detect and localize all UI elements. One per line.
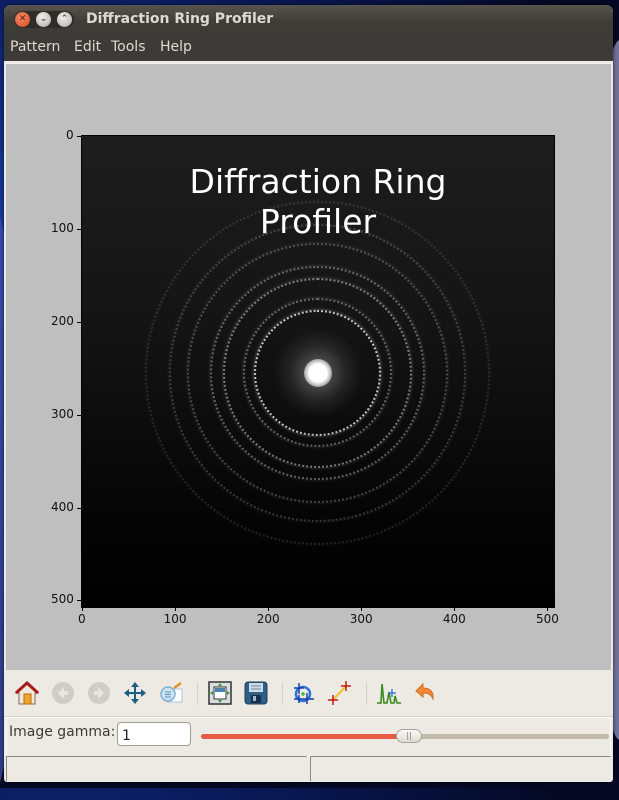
configure-subplots-button[interactable]: [206, 679, 234, 707]
back-button[interactable]: [49, 679, 77, 707]
x-tick: [454, 607, 456, 611]
close-icon: ✕: [18, 14, 27, 24]
y-tick-label: 0: [66, 128, 74, 142]
forward-arrow-icon: [88, 682, 110, 704]
x-tick: [547, 607, 549, 611]
y-tick: [77, 321, 81, 323]
toolbar-separator: [197, 683, 198, 705]
close-window-button[interactable]: ✕: [15, 12, 30, 27]
peak-profile-icon: [377, 683, 401, 704]
x-tick-label: 0: [78, 612, 86, 626]
y-tick: [77, 228, 81, 230]
pan-arrows-icon: [124, 682, 146, 704]
gamma-slider-thumb[interactable]: ||: [396, 729, 423, 743]
home-button[interactable]: [13, 679, 41, 707]
y-tick-label: 400: [51, 499, 74, 514]
crosshair-circle-icon: [294, 683, 314, 704]
gamma-label: Image gamma:: [9, 724, 116, 740]
x-tick-label: 200: [256, 612, 280, 626]
forward-button[interactable]: [85, 679, 113, 707]
y-tick: [77, 507, 81, 509]
x-tick-label: 300: [349, 612, 373, 626]
titlebar: ✕ ⌄ ⌃ Diffraction Ring Profiler: [4, 5, 613, 34]
save-button[interactable]: [242, 679, 270, 707]
zoom-magnifier-icon: [160, 681, 183, 703]
home-icon: [14, 680, 40, 705]
pan-button[interactable]: [121, 679, 149, 707]
maximize-window-button[interactable]: ⌃: [57, 12, 72, 27]
window-title: Diffraction Ring Profiler: [86, 11, 274, 27]
subplots-icon: [208, 681, 232, 705]
menubar: Pattern Edit Tools Help: [4, 34, 613, 61]
statusbar: [4, 756, 613, 782]
x-tick-label: 500: [535, 612, 559, 626]
diffraction-image[interactable]: Diffraction Ring Profiler: [81, 135, 555, 608]
minimize-window-button[interactable]: ⌄: [36, 12, 51, 27]
undo-button[interactable]: [411, 679, 439, 707]
calibrate-button[interactable]: [326, 679, 354, 707]
menu-tools[interactable]: Tools: [111, 39, 146, 55]
gamma-control-row: Image gamma: ||: [6, 717, 611, 757]
x-tick: [175, 607, 177, 611]
undo-arrow-icon: [415, 682, 434, 701]
menu-pattern[interactable]: Pattern: [10, 39, 60, 55]
floppy-disk-icon: [244, 681, 268, 705]
y-tick: [77, 600, 81, 602]
y-tick: [77, 136, 81, 137]
y-tick-label: 300: [51, 406, 74, 421]
central-beam: [303, 358, 332, 387]
y-tick-label: 500: [51, 592, 74, 607]
status-left: [6, 756, 307, 781]
gamma-slider-fill: [201, 734, 410, 739]
chevron-down-icon: ⌄: [39, 14, 48, 24]
line-measure-icon: [328, 681, 351, 705]
window-controls: ✕ ⌄ ⌃: [14, 11, 74, 28]
find-center-button[interactable]: [289, 679, 317, 707]
gamma-input[interactable]: [117, 722, 191, 746]
x-tick: [82, 607, 83, 611]
gamma-slider[interactable]: ||: [201, 729, 609, 743]
navigation-toolbar: [4, 670, 613, 717]
x-tick: [268, 607, 270, 611]
app-window: ✕ ⌄ ⌃ Diffraction Ring Profiler Pattern …: [4, 5, 613, 782]
profile-button[interactable]: [375, 679, 403, 707]
y-tick-label: 200: [51, 313, 74, 328]
image-title-line: Diffraction Ring: [189, 162, 447, 201]
y-tick: [77, 414, 81, 416]
y-tick-label: 100: [51, 220, 74, 235]
toolbar-separator: [282, 683, 283, 705]
menu-help[interactable]: Help: [160, 39, 192, 55]
status-right: [310, 756, 611, 781]
figure-canvas[interactable]: Diffraction Ring Profiler 0 100 200 300 400 50…: [6, 63, 611, 670]
zoom-button[interactable]: [157, 679, 185, 707]
x-tick-label: 100: [163, 612, 187, 626]
menu-edit[interactable]: Edit: [74, 39, 101, 55]
toolbar-separator: [366, 683, 367, 705]
x-tick: [361, 607, 363, 611]
chevron-up-icon: ⌃: [60, 14, 69, 24]
back-arrow-icon: [52, 682, 74, 704]
x-tick-label: 400: [442, 612, 466, 626]
